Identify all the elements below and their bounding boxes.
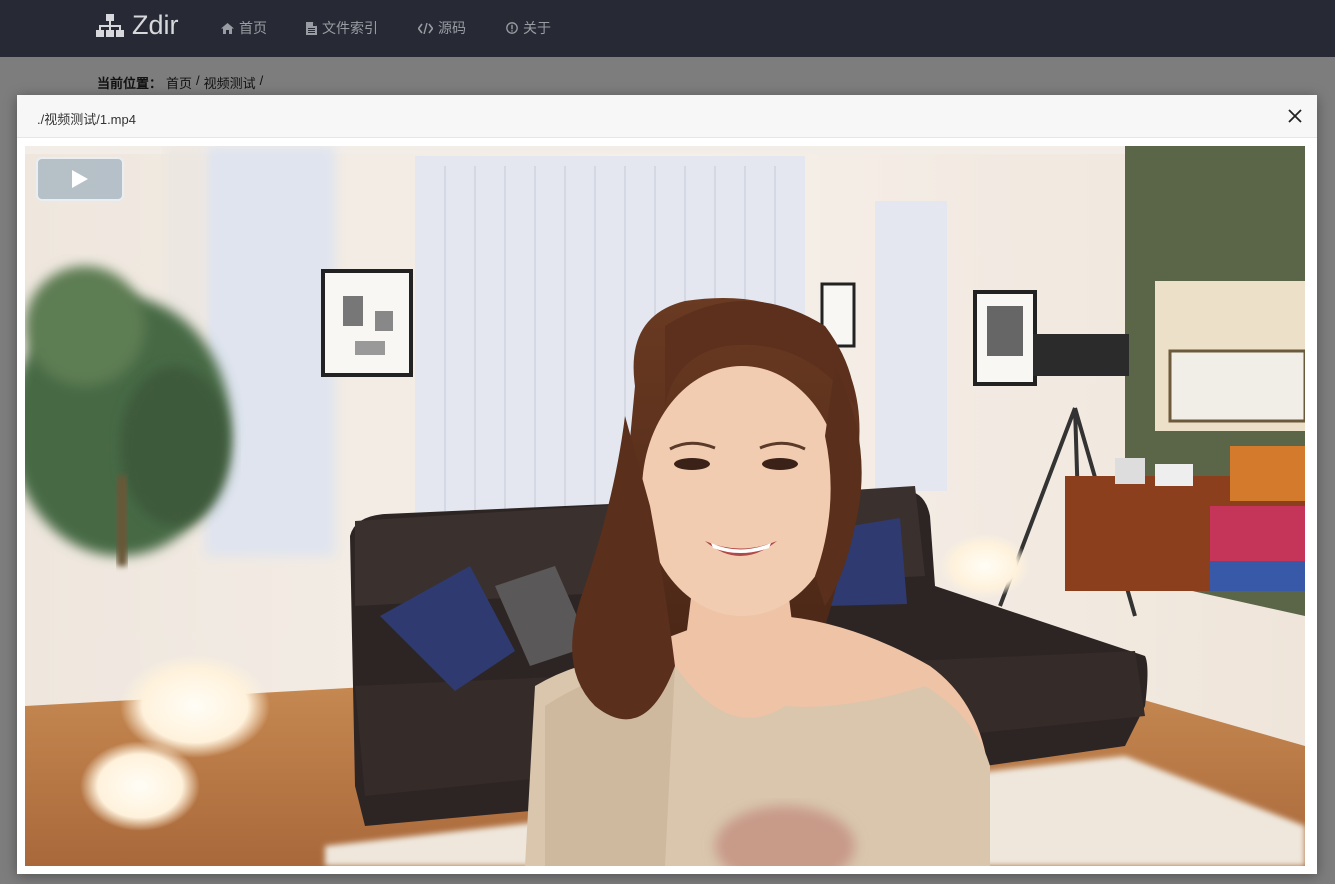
breadcrumb-home-link[interactable]: 首页 xyxy=(166,73,192,92)
brand-name: Zdir xyxy=(132,10,179,40)
video-player[interactable] xyxy=(25,146,1305,866)
sitemap-icon xyxy=(96,13,124,37)
play-icon xyxy=(72,170,88,188)
brand-logo-link[interactable]: Zdir xyxy=(96,10,179,41)
nav-file-index[interactable]: 文件索引 xyxy=(306,18,378,38)
nav-about-label: 关于 xyxy=(523,20,551,36)
breadcrumb-label: 当前位置： xyxy=(97,76,163,91)
home-icon xyxy=(221,22,234,34)
nav-home[interactable]: 首页 xyxy=(221,18,267,38)
modal-title: ./视频测试/1.mp4 xyxy=(37,112,136,127)
breadcrumb-folder-link[interactable]: 视频测试 xyxy=(204,73,256,92)
close-icon xyxy=(1288,109,1302,123)
nav-about[interactable]: 关于 xyxy=(506,18,551,38)
nav-source[interactable]: 源码 xyxy=(418,18,466,38)
nav-source-label: 源码 xyxy=(438,20,466,36)
video-modal: ./视频测试/1.mp4 xyxy=(17,95,1317,874)
nav-file-index-label: 文件索引 xyxy=(322,20,378,36)
breadcrumb-separator: / xyxy=(259,73,264,88)
nav-home-label: 首页 xyxy=(239,20,267,36)
top-navbar: Zdir 首页 文件索引 源码 关于 xyxy=(0,0,1335,57)
video-frame-image xyxy=(25,146,1305,866)
modal-header: ./视频测试/1.mp4 xyxy=(17,95,1317,138)
code-icon xyxy=(418,22,433,34)
modal-close-button[interactable] xyxy=(1287,108,1303,124)
play-button[interactable] xyxy=(36,157,124,201)
file-icon xyxy=(306,21,317,35)
breadcrumb-separator: / xyxy=(196,73,200,88)
info-icon xyxy=(506,22,518,34)
breadcrumb: 当前位置： 首页 / 视频测试 / xyxy=(97,73,263,92)
